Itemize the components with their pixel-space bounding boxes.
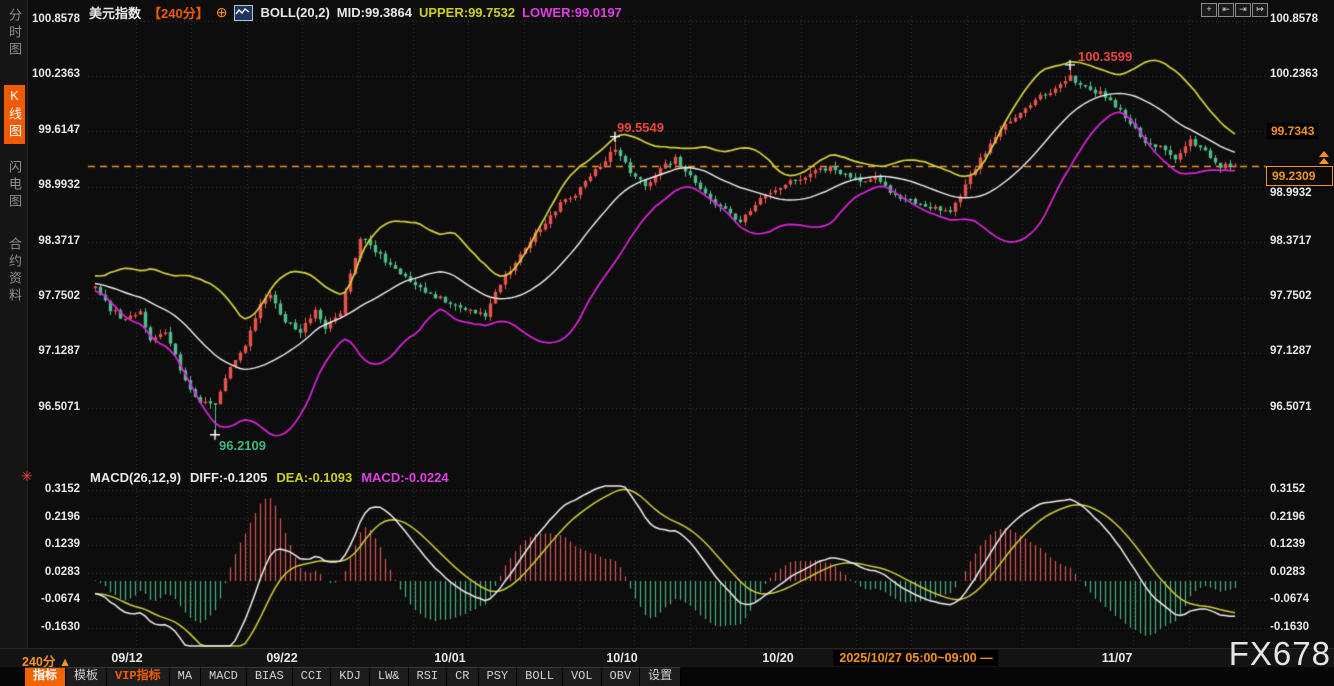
period-label[interactable]: 【240分】 xyxy=(148,3,209,22)
move-icon[interactable]: + xyxy=(1201,3,1217,17)
macd-tick: -0.0674 xyxy=(1270,593,1324,605)
focused-bar-time-label: 2025/10/27 05:00~09:00 — xyxy=(833,650,998,666)
date-tick: 10/10 xyxy=(606,651,637,665)
tab-indicator[interactable]: 指标 xyxy=(25,667,66,686)
date-tick: 10/20 xyxy=(762,651,793,665)
macd-tick: 0.3152 xyxy=(1270,483,1324,495)
date-tick: 09/22 xyxy=(266,651,297,665)
tab-lw[interactable]: LW& xyxy=(370,667,409,686)
price-tick: 98.9932 xyxy=(1270,187,1324,199)
swing-low-annotation: 96.2109 xyxy=(219,438,266,453)
trading-terminal: 分时图 K线图 闪电图 合约资料 美元指数 【240分】 ⊕ BOLL(20,2… xyxy=(0,0,1334,686)
boll-lower-value: LOWER:99.0197 xyxy=(522,5,622,20)
price-tick: 100.8578 xyxy=(26,13,80,25)
compress-left-icon[interactable]: ⇤ xyxy=(1218,3,1234,17)
tab-obv[interactable]: OBV xyxy=(602,667,641,686)
tab-vip-indicator[interactable]: VIP指标 xyxy=(107,667,170,686)
top-high-annotation: 100.3599 xyxy=(1078,49,1132,64)
price-up-arrows-icon xyxy=(1319,151,1329,165)
price-tick: 97.7502 xyxy=(1270,290,1324,302)
compress-right-icon[interactable]: ⇥ xyxy=(1235,3,1251,17)
sidebar-item-flash[interactable]: 闪电图 xyxy=(5,160,24,211)
price-tick: 100.8578 xyxy=(1270,13,1324,25)
macd-tick: 0.1239 xyxy=(26,538,80,550)
price-tick: 98.3717 xyxy=(1270,235,1324,247)
price-tick: 97.7502 xyxy=(26,290,80,302)
macd-header: MACD(26,12,9) DIFF:-0.1205 DEA:-0.1093 M… xyxy=(90,470,449,485)
tab-cci[interactable]: CCI xyxy=(293,667,332,686)
macd-tick: 0.1239 xyxy=(1270,538,1324,550)
macd-diff-value: DIFF:-0.1205 xyxy=(190,470,267,485)
macd-tick: 0.0283 xyxy=(1270,566,1324,578)
price-tick: 100.2363 xyxy=(1270,68,1324,80)
fx678-watermark: FX678 xyxy=(1229,635,1331,673)
band-value-tag: 99.7343 xyxy=(1267,123,1318,139)
price-tick: 96.5071 xyxy=(26,401,80,413)
tab-cr[interactable]: CR xyxy=(447,667,478,686)
tab-psy[interactable]: PSY xyxy=(479,667,518,686)
sidebar-item-contract-info[interactable]: 合约资料 xyxy=(5,237,24,305)
tab-bias[interactable]: BIAS xyxy=(247,667,293,686)
tab-rsi[interactable]: RSI xyxy=(409,667,448,686)
tab-ma[interactable]: MA xyxy=(170,667,201,686)
mini-chart-icon[interactable] xyxy=(234,5,253,21)
price-tick: 99.6147 xyxy=(26,124,80,136)
boll-label: BOLL(20,2) xyxy=(260,5,329,20)
date-tick: 09/12 xyxy=(111,651,142,665)
price-tick: 100.2363 xyxy=(26,68,80,80)
macd-tick: -0.1630 xyxy=(26,621,80,633)
macd-dea-value: DEA:-0.1093 xyxy=(276,470,352,485)
circle-plus-icon[interactable]: ⊕ xyxy=(216,4,228,21)
chart-type-sidebar: 分时图 K线图 闪电图 合约资料 xyxy=(0,0,28,648)
date-tick: 10/01 xyxy=(434,651,465,665)
tab-kdj[interactable]: KDJ xyxy=(331,667,370,686)
macd-tick: 0.3152 xyxy=(26,483,80,495)
macd-tick: 0.0283 xyxy=(26,566,80,578)
price-tick: 96.5071 xyxy=(1270,401,1324,413)
macd-tick: 0.2196 xyxy=(26,511,80,523)
price-tick: 97.1287 xyxy=(26,345,80,357)
chart-header: 美元指数 【240分】 ⊕ BOLL(20,2) MID:99.3864 UPP… xyxy=(89,3,622,22)
tab-template[interactable]: 模板 xyxy=(66,667,107,686)
macd-tick: -0.0674 xyxy=(26,593,80,605)
tab-boll[interactable]: BOLL xyxy=(517,667,563,686)
price-tick: 98.3717 xyxy=(26,235,80,247)
date-tick: 11/07 xyxy=(1102,651,1133,665)
sidebar-item-kline[interactable]: K线图 xyxy=(4,85,25,144)
symbol-name: 美元指数 xyxy=(89,3,141,22)
tab-settings[interactable]: 设置 xyxy=(640,667,681,686)
tab-macd[interactable]: MACD xyxy=(201,667,247,686)
time-axis: 240分 ▲ 09/12 09/22 10/01 10/10 10/20 202… xyxy=(0,648,1334,668)
swing-high-annotation: 99.5549 xyxy=(617,120,664,135)
macd-hist-value: MACD:-0.0224 xyxy=(361,470,448,485)
price-tick: 98.9932 xyxy=(26,179,80,191)
indicator-tab-bar: 指标 模板 VIP指标 MA MACD BIAS CCI KDJ LW& RSI… xyxy=(0,667,1334,686)
pan-right-icon[interactable]: ↦ xyxy=(1252,3,1268,17)
sidebar-item-timeshare[interactable]: 分时图 xyxy=(5,8,24,59)
boll-upper-value: UPPER:99.7532 xyxy=(419,5,515,20)
macd-title: MACD(26,12,9) xyxy=(90,470,181,485)
macd-tick: -0.1630 xyxy=(1270,621,1324,633)
macd-tick: 0.2196 xyxy=(1270,511,1324,523)
kline-macd-chart[interactable] xyxy=(0,0,1334,686)
last-price-tag: 99.2309 xyxy=(1266,166,1333,186)
boll-mid-value: MID:99.3864 xyxy=(337,5,412,20)
tab-vol[interactable]: VOL xyxy=(563,667,602,686)
price-tick: 97.1287 xyxy=(1270,345,1324,357)
